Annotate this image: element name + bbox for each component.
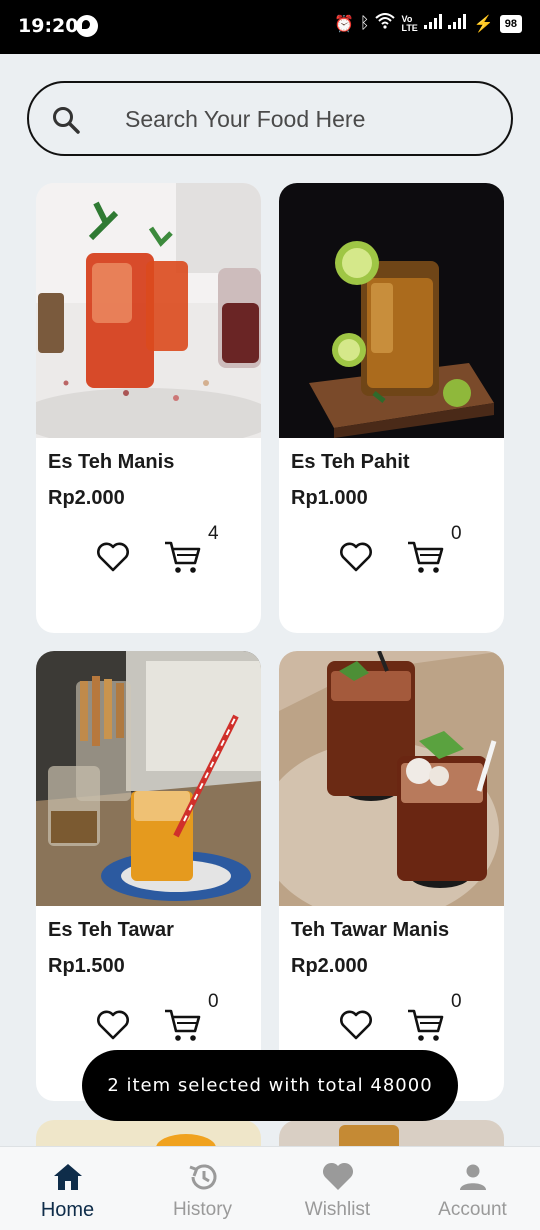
selection-toast: 2 item selected with total 48000: [82, 1050, 458, 1121]
charging-icon: ⚡: [473, 15, 494, 33]
signal-icon: [423, 13, 468, 34]
bottom-nav: Home History Wishlist Account: [0, 1146, 540, 1230]
cart-icon[interactable]: [407, 539, 445, 575]
home-icon: [53, 1164, 82, 1190]
heart-icon: [322, 1162, 353, 1190]
product-card[interactable]: Teh Tawar Manis Rp2.000 0: [279, 651, 504, 1101]
app-notification-icon: [76, 15, 98, 37]
cart-icon[interactable]: [164, 539, 202, 575]
search-input[interactable]: [125, 101, 485, 137]
nav-item-home[interactable]: Home: [0, 1147, 135, 1230]
cart-icon[interactable]: [164, 1007, 202, 1043]
volte-icon: Vo LTE: [401, 13, 418, 33]
heart-icon[interactable]: [96, 541, 130, 573]
alarm-icon: ⏰: [333, 15, 354, 33]
cart-count: 0: [451, 523, 462, 544]
bluetooth-icon: ᛒ: [359, 14, 370, 32]
wifi-icon: [375, 13, 396, 34]
cart-count: 0: [451, 991, 462, 1012]
nav-item-account[interactable]: Account: [405, 1147, 540, 1230]
status-time: 19:20: [18, 15, 79, 37]
product-image: [279, 183, 504, 438]
product-name: Es Teh Tawar: [48, 919, 174, 941]
nav-item-history[interactable]: History: [135, 1147, 270, 1230]
product-price: Rp1.500: [48, 955, 125, 977]
nav-label: Account: [438, 1199, 507, 1220]
product-card[interactable]: Es Teh Tawar Rp1.500 0: [36, 651, 261, 1101]
product-image: [36, 183, 261, 438]
product-name: Es Teh Manis: [48, 451, 175, 473]
cart-count: 4: [208, 523, 219, 544]
heart-icon[interactable]: [339, 541, 373, 573]
status-icons: ⏰ ᛒ Vo LTE ⚡ 98: [334, 13, 522, 34]
history-icon: [188, 1164, 216, 1190]
person-icon: [459, 1164, 486, 1190]
product-price: Rp1.000: [291, 487, 368, 509]
product-price: Rp2.000: [291, 955, 368, 977]
product-name: Teh Tawar Manis: [291, 919, 450, 941]
cart-count: 0: [208, 991, 219, 1012]
battery-icon: 98: [499, 14, 522, 33]
nav-label: History: [172, 1199, 233, 1220]
nav-item-wishlist[interactable]: Wishlist: [270, 1147, 405, 1230]
product-card[interactable]: Es Teh Manis Rp2.000 4: [36, 183, 261, 633]
product-image: [36, 651, 261, 906]
nav-label: Home: [40, 1199, 95, 1221]
search-icon: [53, 107, 80, 134]
product-card[interactable]: Es Teh Pahit Rp1.000 0: [279, 183, 504, 633]
search-bar[interactable]: [27, 81, 513, 156]
status-bar: 19:20 ⏰ ᛒ Vo LTE ⚡ 98: [0, 0, 540, 54]
heart-icon[interactable]: [96, 1009, 130, 1041]
heart-icon[interactable]: [339, 1009, 373, 1041]
product-image: [279, 651, 504, 906]
nav-label: Wishlist: [304, 1199, 371, 1220]
product-price: Rp2.000: [48, 487, 125, 509]
cart-icon[interactable]: [407, 1007, 445, 1043]
product-name: Es Teh Pahit: [291, 451, 410, 473]
